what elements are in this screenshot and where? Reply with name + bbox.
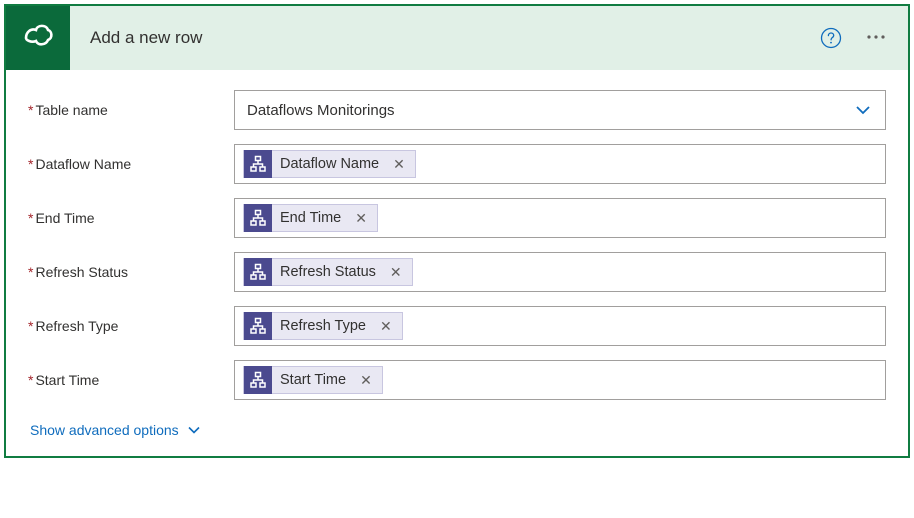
token-label: Refresh Status <box>280 264 378 280</box>
action-card: Add a new row * Table na <box>4 4 910 458</box>
chevron-down-icon <box>853 100 873 120</box>
workflow-icon <box>244 150 272 178</box>
close-icon[interactable]: ✕ <box>389 156 409 173</box>
dynamic-token[interactable]: Refresh Status ✕ <box>243 258 413 286</box>
label-refresh-status: * Refresh Status <box>28 264 234 280</box>
required-marker: * <box>28 156 33 172</box>
field-dataflow-name: * Dataflow Name Dataflow Name ✕ <box>28 144 886 184</box>
dropdown-value: Dataflows Monitorings <box>247 102 853 119</box>
label-dataflow-name: * Dataflow Name <box>28 156 234 172</box>
close-icon[interactable]: ✕ <box>356 372 376 389</box>
close-icon[interactable]: ✕ <box>386 264 406 281</box>
input-dataflow-name[interactable]: Dataflow Name ✕ <box>234 144 886 184</box>
label-end-time: * End Time <box>28 210 234 226</box>
required-marker: * <box>28 264 33 280</box>
show-advanced-options[interactable]: Show advanced options <box>28 422 201 438</box>
required-marker: * <box>28 318 33 334</box>
dynamic-token[interactable]: Refresh Type ✕ <box>243 312 403 340</box>
close-icon[interactable]: ✕ <box>376 318 396 335</box>
token-label: End Time <box>280 210 343 226</box>
field-end-time: * End Time End Time ✕ <box>28 198 886 238</box>
workflow-icon <box>244 204 272 232</box>
workflow-icon <box>244 366 272 394</box>
dynamic-token[interactable]: Dataflow Name ✕ <box>243 150 416 178</box>
field-refresh-status: * Refresh Status Refresh Status ✕ <box>28 252 886 292</box>
more-icon[interactable] <box>860 21 892 56</box>
chevron-down-icon <box>187 423 201 437</box>
input-start-time[interactable]: Start Time ✕ <box>234 360 886 400</box>
token-label: Start Time <box>280 372 348 388</box>
card-title: Add a new row <box>70 28 820 48</box>
card-body: * Table name Dataflows Monitorings * Dat… <box>6 70 908 456</box>
label-table-name: * Table name <box>28 102 234 118</box>
required-marker: * <box>28 102 33 118</box>
workflow-icon <box>244 258 272 286</box>
label-start-time: * Start Time <box>28 372 234 388</box>
dropdown-table-name[interactable]: Dataflows Monitorings <box>234 90 886 130</box>
close-icon[interactable]: ✕ <box>351 210 371 227</box>
field-table-name: * Table name Dataflows Monitorings <box>28 90 886 130</box>
input-end-time[interactable]: End Time ✕ <box>234 198 886 238</box>
help-icon[interactable] <box>820 27 842 49</box>
field-refresh-type: * Refresh Type Refresh Type ✕ <box>28 306 886 346</box>
input-refresh-type[interactable]: Refresh Type ✕ <box>234 306 886 346</box>
advanced-label: Show advanced options <box>30 422 179 438</box>
token-label: Refresh Type <box>280 318 368 334</box>
label-refresh-type: * Refresh Type <box>28 318 234 334</box>
required-marker: * <box>28 210 33 226</box>
dynamic-token[interactable]: End Time ✕ <box>243 204 378 232</box>
dataverse-icon <box>20 20 56 56</box>
token-label: Dataflow Name <box>280 156 381 172</box>
field-start-time: * Start Time Start Time ✕ <box>28 360 886 400</box>
workflow-icon <box>244 312 272 340</box>
card-header[interactable]: Add a new row <box>6 6 908 70</box>
input-refresh-status[interactable]: Refresh Status ✕ <box>234 252 886 292</box>
connector-icon-box <box>6 6 70 70</box>
header-actions <box>820 21 892 56</box>
required-marker: * <box>28 372 33 388</box>
dynamic-token[interactable]: Start Time ✕ <box>243 366 383 394</box>
